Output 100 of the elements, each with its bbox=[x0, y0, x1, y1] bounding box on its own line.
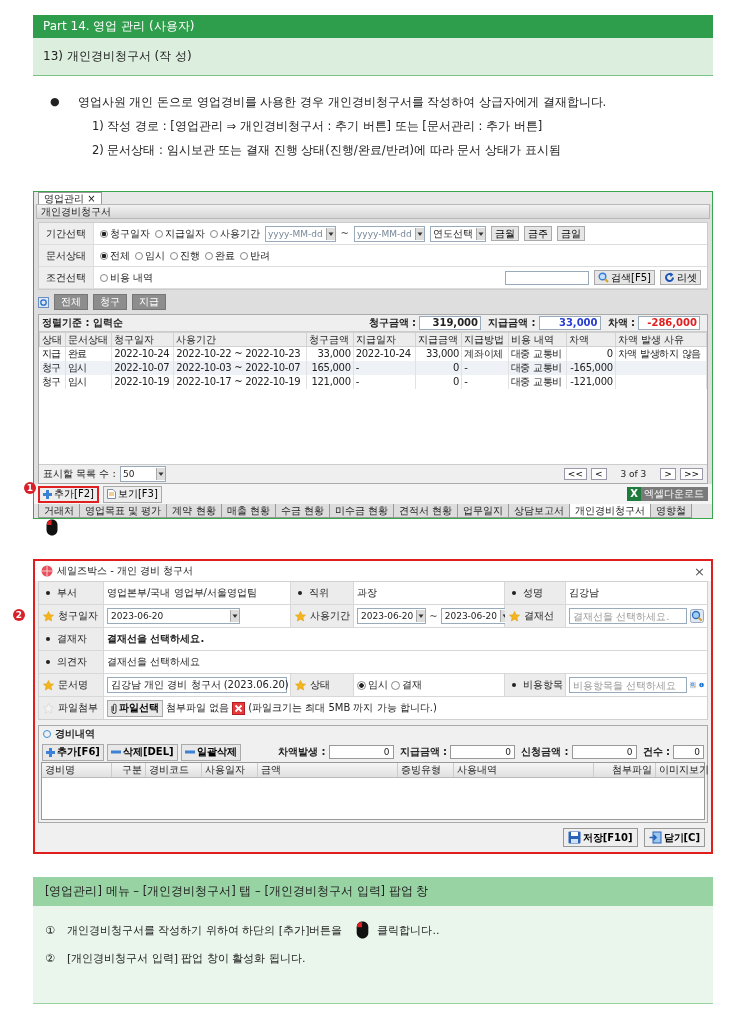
column-header[interactable]: 증빙유형 bbox=[398, 763, 454, 777]
module-tab[interactable]: 거래처 bbox=[38, 504, 80, 518]
document-name-field[interactable]: 김강남 개인 경비 청구서 (2023.06.20) bbox=[107, 677, 287, 693]
column-header[interactable]: 경비명 bbox=[42, 763, 112, 777]
date-select[interactable]: 2023-06-20 bbox=[357, 608, 427, 624]
search-icon[interactable] bbox=[690, 609, 704, 623]
radio-button[interactable] bbox=[391, 680, 400, 690]
column-header[interactable]: 이미지보기 bbox=[656, 763, 715, 777]
radio-button[interactable] bbox=[357, 680, 366, 690]
column-header[interactable]: 구분 bbox=[112, 763, 146, 777]
module-tab[interactable]: 업무일지 bbox=[457, 504, 510, 518]
period-button[interactable]: 금월 bbox=[490, 226, 519, 241]
delete-icon[interactable] bbox=[232, 701, 246, 715]
radio-label[interactable]: 비용 내역 bbox=[110, 270, 154, 285]
view-button[interactable]: 보기[F3] bbox=[102, 485, 162, 503]
total-label: 지급금액 : bbox=[488, 316, 536, 330]
field-value: 과장 bbox=[357, 586, 377, 600]
form-label: 성명 bbox=[523, 586, 543, 600]
star-icon bbox=[43, 610, 54, 622]
close-button[interactable]: × bbox=[694, 563, 705, 579]
file-select-button[interactable]: 파일선택 bbox=[107, 699, 163, 717]
module-tab[interactable]: 미수금 현황 bbox=[328, 504, 395, 518]
page-size-select[interactable]: 50 bbox=[119, 466, 166, 482]
column-header[interactable]: 사용기간 bbox=[173, 332, 307, 347]
lookup-field[interactable]: 비용항목을 선택하세요 bbox=[569, 677, 687, 693]
step-text: 2) 문서상태 : 임시보관 또는 결재 진행 상태(진행/완료/반려)에 따라 문서 상태가 표시됨 bbox=[91, 142, 562, 159]
module-tab[interactable]: 상담보고서 bbox=[508, 504, 571, 518]
add-button[interactable]: 추가[F6] bbox=[42, 743, 104, 761]
plus-icon bbox=[46, 747, 55, 757]
close-button[interactable]: 닫기[C] bbox=[643, 828, 705, 847]
section-title: 경비내역 bbox=[55, 727, 95, 741]
radio-label[interactable]: 사용기간 bbox=[220, 226, 260, 241]
star-icon bbox=[43, 679, 54, 691]
refresh-icon[interactable] bbox=[38, 296, 49, 308]
radio-button[interactable] bbox=[240, 251, 248, 260]
search-field[interactable] bbox=[505, 270, 590, 285]
radio-button[interactable] bbox=[155, 229, 163, 238]
delete-button[interactable]: 일괄삭제 bbox=[180, 743, 241, 761]
module-tab[interactable]: 영업목표 및 평가 bbox=[79, 504, 168, 518]
radio-label[interactable]: 반려 bbox=[250, 248, 270, 263]
table-cell: 0 bbox=[453, 362, 460, 373]
radio-button[interactable] bbox=[100, 251, 108, 260]
module-tab[interactable]: 개인경비청구서 bbox=[569, 504, 652, 518]
module-tab[interactable]: 견적서 현황 bbox=[393, 504, 459, 518]
radio-label[interactable]: 전체 bbox=[110, 248, 130, 263]
module-tab[interactable]: 매출 현황 bbox=[220, 504, 276, 518]
date-select[interactable]: 2023-06-20 bbox=[107, 608, 240, 624]
year-select[interactable]: 연도선택 bbox=[429, 225, 486, 242]
date-select[interactable]: yyyy-MM-dd bbox=[265, 225, 336, 242]
star-outline-icon bbox=[43, 702, 54, 714]
radio-label[interactable]: 임시 bbox=[145, 248, 165, 263]
previous-page-button[interactable]: < bbox=[590, 468, 607, 480]
period-button[interactable]: 금일 bbox=[556, 226, 585, 241]
column-header[interactable]: 지급금액 bbox=[415, 332, 462, 347]
radio-label[interactable]: 지급일자 bbox=[165, 226, 205, 241]
period-button[interactable]: 금주 bbox=[523, 226, 552, 241]
module-tab[interactable]: 수금 현황 bbox=[274, 504, 330, 518]
reset-button[interactable]: 리셋 bbox=[660, 270, 701, 285]
radio-label[interactable]: 임시 bbox=[368, 678, 388, 692]
column-header[interactable]: 지급일자 bbox=[353, 332, 416, 347]
column-header[interactable]: 청구금액 bbox=[306, 332, 354, 347]
first-page-button[interactable]: << bbox=[563, 468, 587, 480]
radio-button[interactable] bbox=[210, 229, 218, 238]
column-header[interactable]: 비용 내역 bbox=[508, 332, 567, 347]
column-header[interactable]: 청구일자 bbox=[111, 332, 174, 347]
column-header[interactable]: 사용내역 bbox=[454, 763, 594, 777]
excel-download-button[interactable]: X 엑셀다운로드 bbox=[627, 487, 708, 501]
add-button[interactable]: 추가[F2] bbox=[38, 485, 99, 503]
module-tab[interactable]: 계약 현황 bbox=[166, 504, 222, 518]
table-cell: 대중 교통비 bbox=[510, 376, 562, 387]
table-cell: -121,000 bbox=[570, 376, 613, 387]
radio-label[interactable]: 결재 bbox=[402, 678, 422, 692]
table-cell: 33,000 bbox=[317, 348, 351, 359]
next-page-button[interactable]: > bbox=[660, 468, 676, 480]
lookup-field[interactable]: 결재선을 선택하세요. bbox=[569, 608, 687, 624]
radio-button[interactable] bbox=[170, 251, 178, 260]
radio-label[interactable]: 청구일자 bbox=[110, 226, 150, 241]
module-tab[interactable]: 영향철 bbox=[650, 504, 693, 518]
radio-button[interactable] bbox=[100, 273, 108, 282]
radio-button[interactable] bbox=[135, 251, 143, 260]
document-tab[interactable]: 영업관리 × bbox=[38, 192, 102, 204]
column-header[interactable]: 상태 bbox=[39, 332, 66, 347]
search-button[interactable]: 검색[F5] bbox=[594, 270, 655, 285]
column-header[interactable]: 차액 발생 사유 bbox=[615, 332, 707, 347]
column-header[interactable]: 금액 bbox=[258, 763, 398, 777]
radio-button[interactable] bbox=[205, 251, 213, 260]
column-header[interactable]: 경비코드 bbox=[146, 763, 202, 777]
column-header[interactable]: 문서상태 bbox=[65, 332, 112, 347]
total-label: 청구금액 : bbox=[368, 316, 417, 330]
last-page-button[interactable]: >> bbox=[679, 468, 703, 480]
column-header[interactable]: 첨부파일 bbox=[594, 763, 656, 777]
column-header[interactable]: 지급방법 bbox=[461, 332, 509, 347]
save-button[interactable]: 저장[F10] bbox=[562, 828, 638, 847]
column-header[interactable]: 사용일자 bbox=[202, 763, 258, 777]
column-header[interactable]: 차액 bbox=[566, 332, 616, 347]
delete-button[interactable]: 삭제[DEL] bbox=[106, 743, 178, 761]
radio-button[interactable] bbox=[100, 229, 108, 238]
radio-label[interactable]: 진행 bbox=[180, 248, 200, 263]
radio-label[interactable]: 완료 bbox=[215, 248, 235, 263]
date-select[interactable]: yyyy-MM-dd bbox=[354, 225, 425, 242]
